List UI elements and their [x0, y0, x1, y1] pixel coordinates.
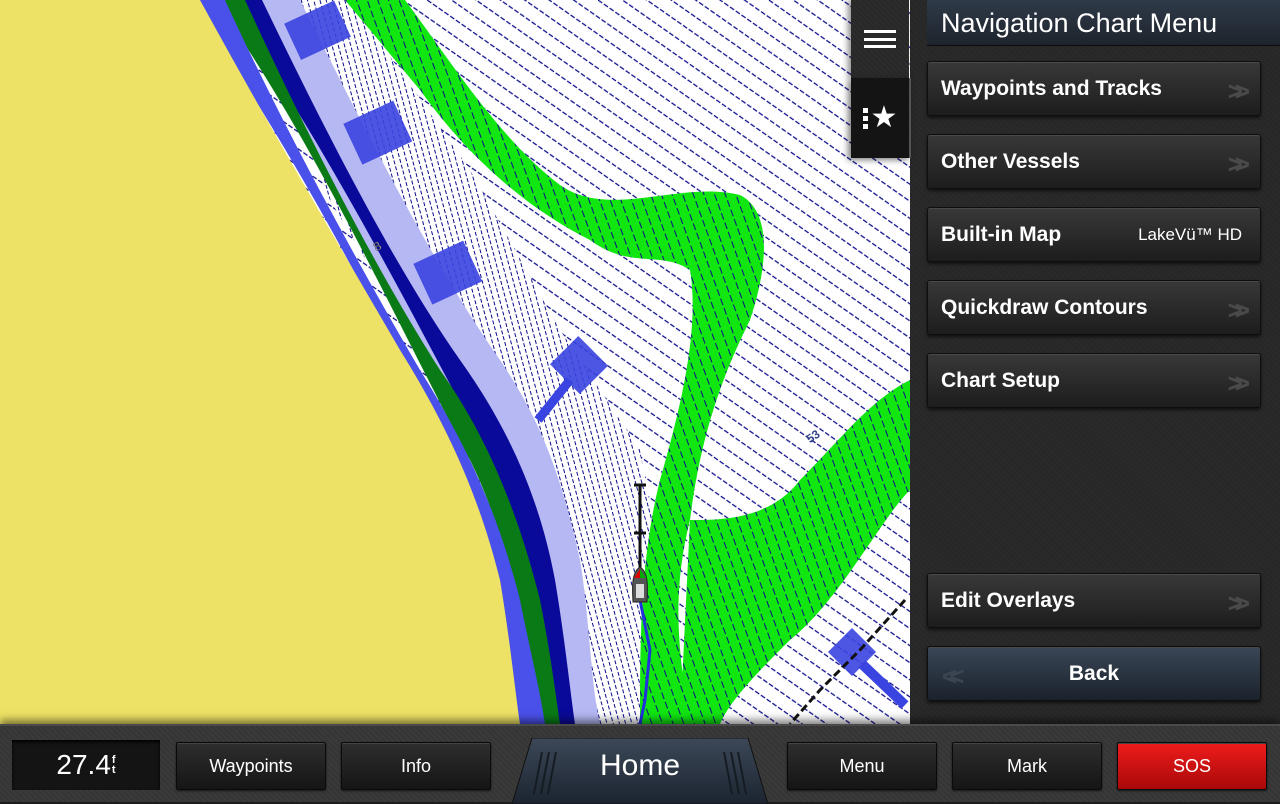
favorites-star-icon: ★: [862, 103, 897, 133]
menu-item-label: Waypoints and Tracks: [941, 76, 1162, 100]
back-button[interactable]: << Back: [927, 646, 1261, 701]
double-chevron-right-icon: >>: [1227, 588, 1251, 618]
info-button[interactable]: Info: [341, 742, 491, 790]
built-in-map-button[interactable]: Built-in Map LakeVü™ HD: [927, 207, 1261, 262]
quickdraw-contours-button[interactable]: Quickdraw Contours >>: [927, 280, 1261, 335]
bottom-bar: 27.4 f t Waypoints Info Home Menu Mark S…: [0, 724, 1280, 804]
depth-readout[interactable]: 27.4 f t: [12, 740, 160, 790]
menu-item-label: Quickdraw Contours: [941, 295, 1148, 319]
menu-item-label: Other Vessels: [941, 149, 1080, 173]
menu-title: Navigation Chart Menu: [927, 0, 1280, 46]
depth-unit-bottom: t: [111, 764, 116, 776]
menu-button[interactable]: Menu: [787, 742, 937, 790]
double-chevron-right-icon: >>: [1227, 149, 1251, 179]
other-vessels-button[interactable]: Other Vessels >>: [927, 134, 1261, 189]
waypoints-and-tracks-button[interactable]: Waypoints and Tracks >>: [927, 61, 1261, 116]
chart-canvas[interactable]: 8 53: [0, 0, 910, 724]
depth-unit: f t: [111, 755, 116, 776]
navigation-chart-map[interactable]: 8 53: [0, 0, 910, 724]
built-in-map-value: LakeVü™ HD: [1138, 224, 1242, 244]
menu-item-label: Chart Setup: [941, 368, 1061, 392]
waypoints-button[interactable]: Waypoints: [176, 742, 326, 790]
depth-value: 27.4: [56, 749, 111, 780]
menu-item-label: Built-in Map: [941, 222, 1062, 246]
home-button[interactable]: Home: [512, 738, 768, 804]
double-chevron-right-icon: >>: [1227, 368, 1251, 398]
double-chevron-left-icon: <<: [942, 661, 965, 691]
double-chevron-right-icon: >>: [1227, 76, 1251, 106]
home-label: Home: [599, 749, 681, 782]
side-tabs: ★: [851, 0, 911, 160]
favorites-tab[interactable]: ★: [851, 78, 911, 158]
chart-setup-button[interactable]: Chart Setup >>: [927, 353, 1261, 408]
hamburger-icon: [864, 30, 896, 48]
double-chevron-right-icon: >>: [1227, 295, 1251, 325]
edit-overlays-button[interactable]: Edit Overlays >>: [927, 573, 1261, 628]
sos-button[interactable]: SOS: [1117, 742, 1267, 790]
mark-button[interactable]: Mark: [952, 742, 1102, 790]
menu-tab[interactable]: [851, 0, 909, 78]
back-label: Back: [1068, 661, 1120, 685]
menu-item-label: Edit Overlays: [941, 588, 1076, 612]
